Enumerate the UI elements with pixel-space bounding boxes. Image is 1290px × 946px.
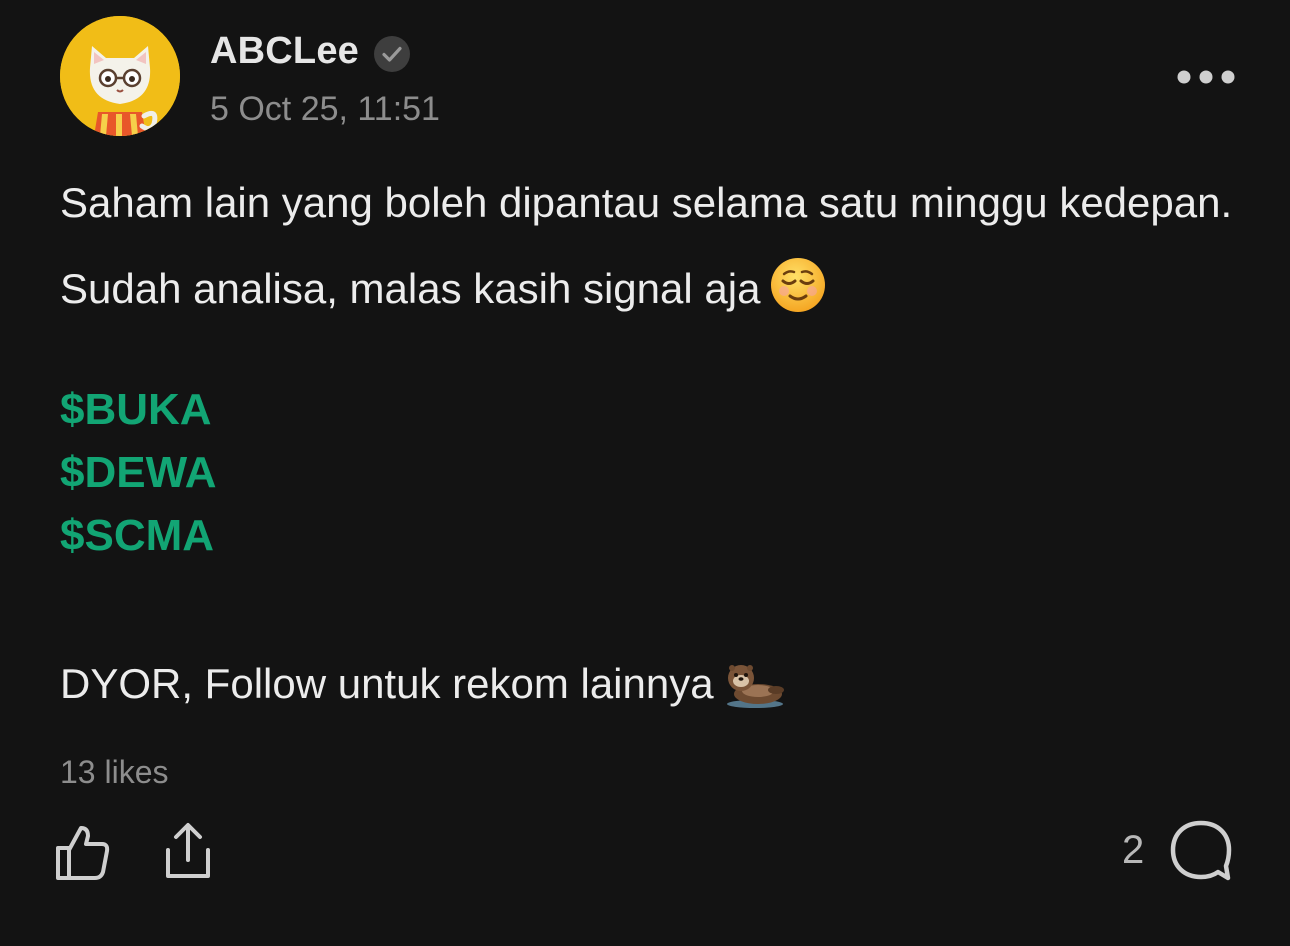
comment-bubble-icon[interactable] (1168, 818, 1234, 884)
ticker-link-scma[interactable]: $SCMA (60, 504, 216, 567)
post-timestamp: 5 Oct 25, 11:51 (210, 90, 440, 128)
thumbs-up-icon[interactable] (52, 822, 112, 882)
ticker-list: $BUKA $DEWA $SCMA (60, 378, 216, 567)
ticker-link-dewa[interactable]: $DEWA (60, 441, 216, 504)
more-options-icon[interactable] (1172, 62, 1242, 92)
post-body-text: Saham lain yang boleh dipantau selama sa… (60, 179, 1233, 312)
post-footer-line: DYOR, Follow untuk rekom lainnya (60, 652, 786, 728)
ticker-link-buka[interactable]: $BUKA (60, 378, 216, 441)
comment-count: 2 (1122, 828, 1145, 872)
cat-avatar-icon (60, 16, 180, 136)
avatar[interactable] (60, 16, 180, 136)
verified-badge-icon (374, 36, 410, 72)
likes-count[interactable]: 13 likes (60, 754, 169, 791)
post-footer-text: DYOR, Follow untuk rekom lainnya (60, 660, 714, 707)
post-body: Saham lain yang boleh dipantau selama sa… (60, 160, 1240, 342)
author-name[interactable]: ABCLee (210, 30, 359, 73)
relieved-face-emoji-icon (770, 256, 826, 342)
share-icon[interactable] (160, 820, 216, 882)
otter-emoji-icon (724, 660, 786, 728)
